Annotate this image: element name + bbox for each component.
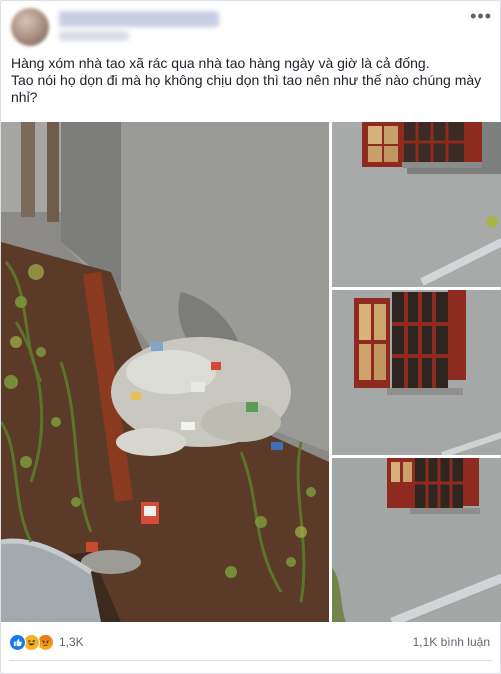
author-name-redacted[interactable] [59,11,219,27]
divider [9,660,492,661]
more-options-icon[interactable]: ••• [470,7,492,25]
photo-trash-pile[interactable] [1,122,329,622]
reactions-summary[interactable]: 1,3K [9,633,84,651]
reaction-count[interactable]: 1,3K [59,635,84,649]
photo-window[interactable] [332,290,501,455]
timestamp-redacted [59,31,129,41]
avatar[interactable] [11,8,49,46]
like-icon [9,633,26,651]
photo-window[interactable] [332,122,501,287]
post-text-line: Hàng xóm nhà tao xã rác qua nhà tao hàng… [11,55,430,71]
post-footer: 1,3K 1,1K bình luận [1,625,501,659]
photo-grid [1,122,501,622]
comment-count[interactable]: 1,1K bình luận [413,635,490,649]
post-text: Hàng xóm nhà tao xã rác qua nhà tao hàng… [11,55,493,106]
post-header: ••• [1,1,501,53]
post-card: ••• Hàng xóm nhà tao xã rác qua nhà tao … [0,0,501,674]
post-text-line: Tao nói họ dọn đi mà họ không chịu dọn t… [11,72,482,105]
photo-window[interactable] [332,458,501,622]
